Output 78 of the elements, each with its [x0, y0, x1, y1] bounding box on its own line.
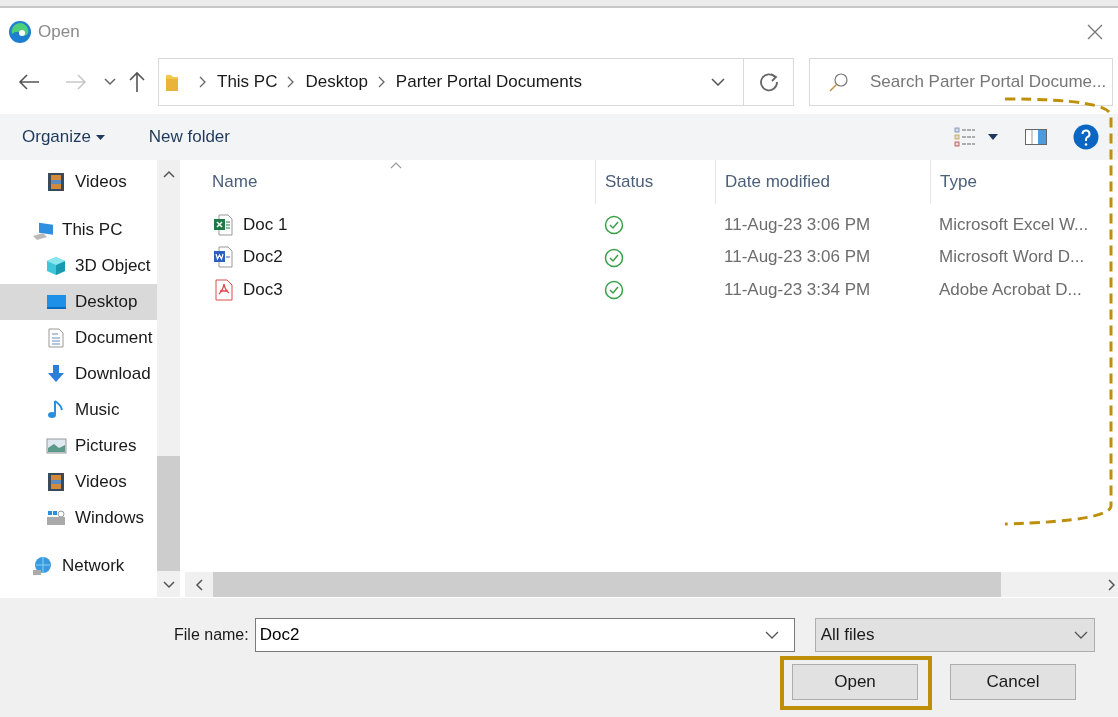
- column-header[interactable]: Name: [185, 160, 595, 204]
- scroll-right-icon: [1108, 578, 1116, 591]
- sidebar-item[interactable]: Music: [0, 392, 157, 428]
- breadcrumb-link[interactable]: Parter Portal Documents: [393, 69, 584, 95]
- date-cell-text: 11-Aug-23 3:06 PM: [723, 246, 872, 269]
- help-icon: [1073, 124, 1099, 150]
- document-icon: [46, 328, 67, 348]
- sidebar-item[interactable]: Network: [0, 548, 157, 584]
- scroll-down-icon: [162, 581, 175, 589]
- date-cell-text: 11-Aug-23 3:06 PM: [723, 213, 872, 236]
- type-cell-text: Adobe Acrobat D...: [938, 278, 1083, 301]
- file-name[interactable]: Doc3: [243, 276, 283, 303]
- word-file-icon: [213, 246, 233, 268]
- drive-icon: [46, 508, 67, 528]
- picture-icon: [46, 436, 67, 456]
- breadcrumb-link[interactable]: This PC: [215, 69, 280, 95]
- scrollbar-thumb[interactable]: [157, 456, 180, 571]
- scroll-up-icon: [162, 170, 175, 178]
- type-cell-text: Microsoft Word D...: [938, 246, 1086, 269]
- cancel-button[interactable]: Cancel: [950, 664, 1076, 700]
- open-button[interactable]: Open: [792, 664, 918, 700]
- field-label: File name:: [174, 625, 249, 645]
- network-globe-icon: [33, 556, 54, 576]
- scroll-left-icon: [195, 578, 203, 591]
- spreadsheet-file-icon: [213, 213, 233, 236]
- sidebar-item[interactable]: Document: [0, 320, 157, 356]
- folder-icon: [165, 72, 179, 92]
- scrollbar-thumb[interactable]: [213, 572, 1001, 597]
- sidebar-item[interactable]: Videos: [0, 464, 157, 500]
- sidebar-item[interactable]: Windows: [0, 500, 157, 536]
- new-folder-button[interactable]: New folder: [138, 124, 240, 150]
- breadcrumb-link[interactable]: Desktop: [303, 69, 370, 95]
- sidebar-item[interactable]: This PC: [0, 212, 157, 248]
- dropdown-caret-icon: [988, 134, 998, 140]
- file-type-dropdown[interactable]: All files: [814, 618, 1095, 652]
- pdf-file-icon: [213, 278, 233, 301]
- details-view-icon: [954, 127, 976, 147]
- back-arrow-icon: [18, 74, 40, 90]
- refresh-icon: [758, 72, 779, 92]
- file-name[interactable]: Doc 1: [243, 211, 288, 238]
- browser-logo-icon: [8, 20, 32, 44]
- film-icon: [46, 172, 67, 192]
- monitor-icon: [46, 292, 67, 312]
- address-bar[interactable]: This PC Desktop Parter Portal Documents: [158, 58, 794, 106]
- window-title: Open: [38, 21, 80, 44]
- dropdown-caret-icon: [95, 135, 105, 141]
- type-cell-text: Microsoft Excel W...: [938, 213, 1090, 236]
- search-icon: [829, 72, 849, 92]
- forward-arrow-icon: [65, 74, 87, 90]
- chevron-down-icon: [1073, 631, 1088, 639]
- file-name[interactable]: Doc2: [243, 244, 283, 270]
- vertical-scrollbar[interactable]: [157, 160, 180, 597]
- chevron-down-icon: [104, 78, 116, 86]
- organize-menu-button[interactable]: Organize: [12, 124, 115, 150]
- preview-pane-icon: [1025, 129, 1047, 145]
- chevron-right-icon: [199, 76, 207, 88]
- date-cell-text: 11-Aug-23 3:34 PM: [723, 278, 872, 301]
- column-header[interactable]: Date modified: [715, 160, 930, 204]
- sidebar-item[interactable]: Desktop: [0, 284, 157, 320]
- computer-icon: [33, 220, 54, 240]
- up-arrow-icon: [129, 71, 145, 93]
- download-arrow-icon: [46, 364, 67, 384]
- chevron-down-icon: [711, 78, 725, 86]
- horizontal-scrollbar[interactable]: [185, 572, 1118, 597]
- sidebar-item[interactable]: 3D Object: [0, 248, 157, 284]
- sidebar-item[interactable]: Videos: [0, 164, 157, 200]
- film-icon: [46, 472, 67, 492]
- chevron-right-icon: [287, 76, 296, 88]
- sidebar-item[interactable]: Pictures: [0, 428, 157, 464]
- sidebar-item[interactable]: Download: [0, 356, 157, 392]
- search-field[interactable]: Search Parter Portal Docume...: [809, 58, 1113, 106]
- file-name-field[interactable]: Doc2: [254, 618, 795, 652]
- chevron-right-icon: [377, 76, 386, 88]
- cube-icon: [46, 256, 67, 276]
- column-header[interactable]: Type: [930, 160, 1110, 204]
- close-icon: [1087, 24, 1103, 40]
- chevron-down-icon: [764, 631, 779, 639]
- column-header[interactable]: Status: [595, 160, 715, 204]
